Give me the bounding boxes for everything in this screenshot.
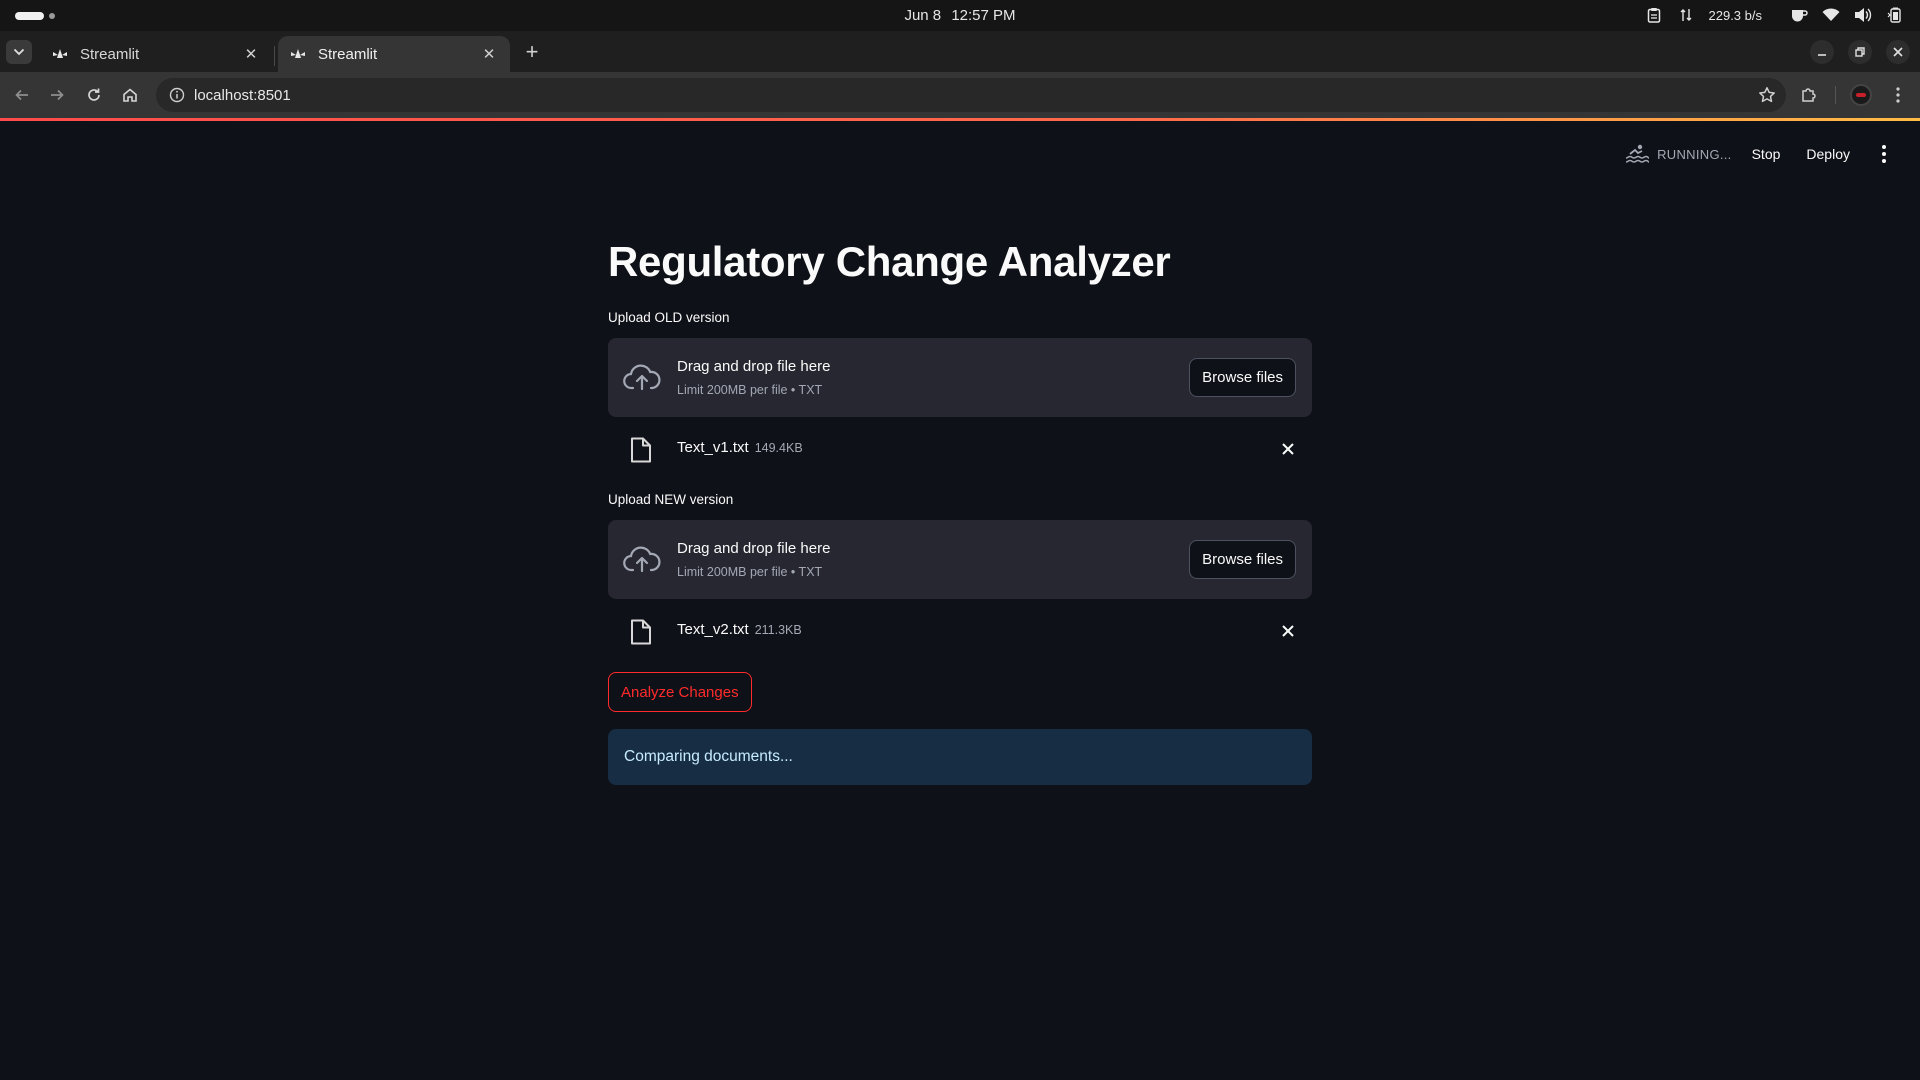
reload-button[interactable] [82, 83, 106, 107]
file-icon [630, 437, 652, 463]
running-status: RUNNING... [1625, 143, 1732, 165]
cloud-upload-icon [623, 362, 661, 392]
chevron-down-icon [13, 48, 25, 56]
wifi-icon[interactable] [1822, 6, 1840, 24]
plus-icon: + [525, 39, 539, 64]
old-file-dropzone[interactable]: Drag and drop file here Limit 200MB per … [608, 338, 1312, 417]
site-info-icon[interactable] [160, 87, 194, 103]
reload-icon [88, 88, 100, 101]
file-size: 149.4KB [754, 441, 803, 455]
swimmer-icon [1626, 144, 1650, 163]
clock-date: Jun 8 [904, 7, 942, 24]
browser-tab-2[interactable]: Streamlit ✕ [278, 36, 510, 72]
dropzone-limit: Limit 200MB per file • TXT [677, 565, 823, 579]
main-menu-button[interactable] [1876, 144, 1892, 164]
kebab-menu-icon[interactable] [1886, 83, 1910, 107]
new-file-dropzone[interactable]: Drag and drop file here Limit 200MB per … [608, 520, 1312, 599]
close-icon [1282, 443, 1294, 455]
dropzone-instructions: Drag and drop file here [677, 358, 831, 375]
browser-tab-1[interactable]: Streamlit ✕ [40, 36, 272, 72]
window-minimize-button[interactable] [1810, 40, 1834, 64]
deploy-button[interactable]: Deploy [1806, 146, 1850, 162]
minimize-icon [1818, 54, 1826, 56]
tab-title: Streamlit [318, 45, 378, 63]
cloud-upload-icon [623, 544, 661, 574]
close-icon [1893, 47, 1903, 57]
network-arrows-icon [1677, 6, 1695, 24]
file-icon [630, 619, 652, 645]
page-title: Regulatory Change Analyzer [608, 238, 1171, 285]
clipboard-icon[interactable] [1645, 6, 1663, 24]
tab-search-button[interactable] [6, 40, 32, 64]
remove-file-button[interactable] [1278, 621, 1298, 641]
restore-icon [1855, 47, 1865, 57]
new-tab-button[interactable]: + [520, 39, 544, 64]
tab-separator [274, 46, 275, 66]
tab-close-icon[interactable]: ✕ [480, 45, 498, 63]
arrow-left-icon [15, 89, 28, 101]
file-size: 211.3KB [754, 623, 802, 637]
browse-files-button[interactable]: Browse files [1189, 358, 1296, 397]
file-name: Text_v2.txt [677, 621, 749, 638]
main-block: Regulatory Change Analyzer Upload OLD ve… [608, 226, 1312, 785]
dropzone-instructions: Drag and drop file here [677, 540, 831, 557]
streamlit-header: RUNNING... Stop Deploy [0, 121, 1920, 185]
address-bar[interactable]: localhost:8501 [156, 78, 1786, 112]
arrow-right-icon [51, 89, 64, 101]
window-close-button[interactable] [1886, 40, 1910, 64]
uploaded-file-row: Text_v1.txt 149.4KB [608, 417, 1312, 480]
uploaded-file-row: Text_v2.txt 211.3KB [608, 599, 1312, 662]
os-top-bar: Jun 8 12:57 PM 229.3 b/s [0, 0, 1920, 31]
info-message: Comparing documents... [624, 748, 793, 765]
new-uploader-label: Upload NEW version [608, 492, 734, 507]
clock[interactable]: Jun 8 12:57 PM [0, 7, 1920, 24]
coffee-icon[interactable] [1790, 6, 1808, 24]
remove-file-button[interactable] [1278, 439, 1298, 459]
window-restore-button[interactable] [1848, 40, 1872, 64]
browse-files-button[interactable]: Browse files [1189, 540, 1296, 579]
volume-icon[interactable] [1854, 6, 1872, 24]
network-speed: 229.3 b/s [1708, 7, 1763, 23]
info-alert: Comparing documents... [608, 729, 1312, 785]
url-text: localhost:8501 [194, 86, 291, 104]
stop-button[interactable]: Stop [1752, 146, 1781, 162]
clock-time: 12:57 PM [951, 7, 1016, 24]
close-icon [1282, 625, 1294, 637]
tab-title: Streamlit [80, 45, 140, 63]
running-label: RUNNING... [1657, 146, 1732, 162]
battery-icon[interactable] [1886, 6, 1904, 24]
browser-tabstrip: Streamlit ✕ Streamlit ✕ + [0, 31, 1920, 72]
back-button[interactable] [10, 83, 34, 107]
streamlit-favicon-icon [52, 46, 68, 62]
profile-avatar[interactable] [1850, 84, 1872, 106]
old-uploader-label: Upload OLD version [608, 310, 730, 325]
home-button[interactable] [118, 83, 142, 107]
streamlit-favicon-icon [290, 46, 306, 62]
file-name: Text_v1.txt [677, 439, 749, 456]
bookmark-star-icon[interactable] [1758, 86, 1776, 109]
tab-close-icon[interactable]: ✕ [242, 45, 260, 63]
dropzone-limit: Limit 200MB per file • TXT [677, 383, 823, 397]
home-icon [123, 88, 137, 102]
analyze-changes-button[interactable]: Analyze Changes [608, 672, 752, 712]
toolbar-divider [1835, 86, 1836, 104]
extensions-puzzle-icon[interactable] [1797, 83, 1821, 107]
browser-toolbar: localhost:8501 [0, 72, 1920, 118]
forward-button[interactable] [45, 83, 69, 107]
